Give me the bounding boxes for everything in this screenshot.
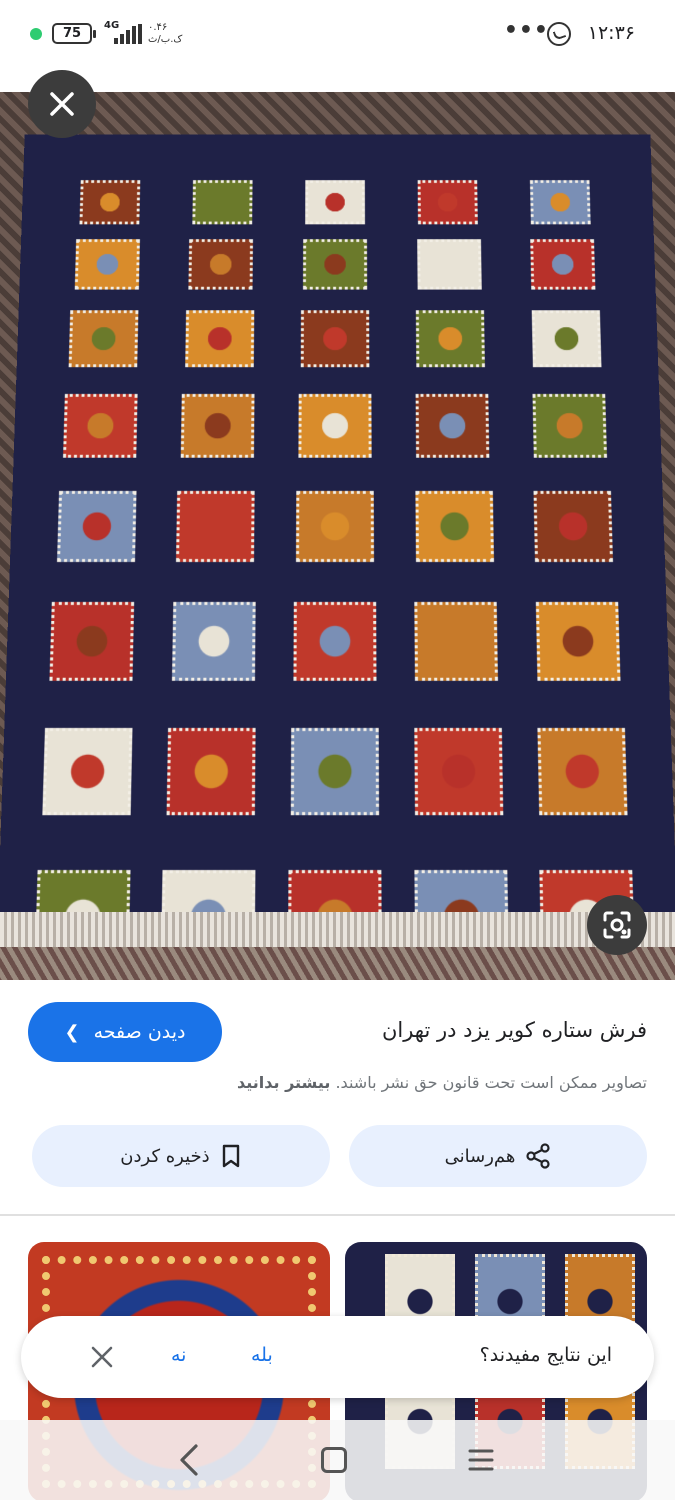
share-button[interactable]: هم‌رسانی	[349, 1125, 647, 1187]
page-title[interactable]: فرش ستاره کویر یزد در تهران	[382, 1018, 647, 1042]
rug-tile	[416, 239, 482, 290]
rug-tile	[300, 310, 370, 368]
signal-icon	[112, 24, 142, 44]
rug-tile	[63, 393, 138, 458]
whatsapp-icon	[547, 22, 571, 46]
section-divider	[0, 1214, 675, 1216]
rug-tile	[79, 180, 141, 225]
close-icon	[50, 92, 74, 116]
close-button[interactable]	[28, 70, 96, 138]
more-notifications-icon: •••	[503, 18, 549, 43]
rug-tile	[296, 490, 374, 562]
rug-tile	[184, 310, 254, 368]
chevron-left-icon: ❮	[64, 1021, 80, 1043]
close-icon[interactable]	[89, 1344, 115, 1370]
rug-tile	[416, 310, 486, 368]
result-image[interactable]	[0, 92, 675, 980]
status-bar: 75 4G ۰.۴۶ ک.ب/ث ••• ۱۲:۳۶	[0, 0, 675, 70]
lens-icon	[603, 911, 631, 939]
rug-tile	[290, 727, 380, 816]
lens-button[interactable]	[587, 895, 647, 955]
rug-image	[0, 134, 675, 980]
rug-tile	[180, 393, 255, 458]
lower-rug	[0, 947, 675, 980]
rug-tile	[415, 393, 490, 458]
share-icon	[526, 1143, 550, 1169]
rug-tile	[192, 180, 253, 225]
rug-tile	[533, 490, 614, 562]
feedback-no-button[interactable]: نه	[171, 1344, 186, 1366]
rug-tile	[305, 180, 365, 225]
rug-tile	[529, 180, 591, 225]
share-label: هم‌رسانی	[444, 1145, 516, 1167]
rug-tile	[415, 490, 494, 562]
rug-tile	[531, 310, 602, 368]
rug-tile	[535, 601, 621, 681]
rug-tile	[49, 601, 135, 681]
bookmark-icon	[222, 1144, 239, 1168]
result-info-panel: ❮ دیدن صفحه فرش ستاره کویر یزد در تهران …	[0, 980, 675, 1220]
rug-tile	[166, 727, 256, 816]
rug-tile	[176, 490, 255, 562]
network-speed: ۰.۴۶ ک.ب/ث	[148, 22, 182, 46]
learn-more-link[interactable]: بیشتر بدانید	[237, 1073, 330, 1092]
save-label: ذخیره کردن	[120, 1145, 210, 1167]
copyright-text: تصاویر ممکن است تحت قانون حق نشر باشند.	[335, 1073, 647, 1092]
rug-tile	[530, 239, 596, 290]
rug-tile	[303, 239, 368, 290]
rug-tile	[42, 727, 133, 816]
rug-tile	[171, 601, 256, 681]
rug-tile	[417, 180, 478, 225]
feedback-yes-button[interactable]: بله	[251, 1344, 273, 1366]
rug-tile	[56, 490, 137, 562]
network-speed-unit: ک.ب/ث	[148, 34, 183, 45]
rug-tile	[414, 727, 504, 816]
feedback-question: این نتایج مفیدند؟	[479, 1344, 612, 1366]
visit-page-button[interactable]: ❮ دیدن صفحه	[28, 1002, 222, 1062]
rug-tile	[74, 239, 140, 290]
rug-tile	[532, 393, 608, 458]
rug-tile	[298, 393, 372, 458]
feedback-card: این نتایج مفیدند؟ بله نه	[21, 1316, 654, 1398]
battery-indicator: 75	[52, 23, 96, 44]
network-speed-value: ۰.۴۶	[148, 22, 168, 33]
back-icon[interactable]	[176, 1442, 202, 1478]
rug-tile	[293, 601, 377, 681]
privacy-indicator	[30, 28, 42, 40]
rug-tile	[414, 601, 499, 681]
rug-tile	[188, 239, 254, 290]
recents-icon[interactable]	[468, 1448, 494, 1472]
visit-page-label: دیدن صفحه	[93, 1021, 186, 1043]
home-icon[interactable]	[321, 1447, 347, 1473]
save-button[interactable]: ذخیره کردن	[32, 1125, 330, 1187]
rug-tile	[537, 727, 628, 816]
rug-tile	[68, 310, 139, 368]
clock: ۱۲:۳۶	[587, 22, 635, 44]
copyright-notice: تصاویر ممکن است تحت قانون حق نشر باشند. …	[237, 1073, 647, 1092]
system-navigation-bar	[0, 1420, 675, 1500]
